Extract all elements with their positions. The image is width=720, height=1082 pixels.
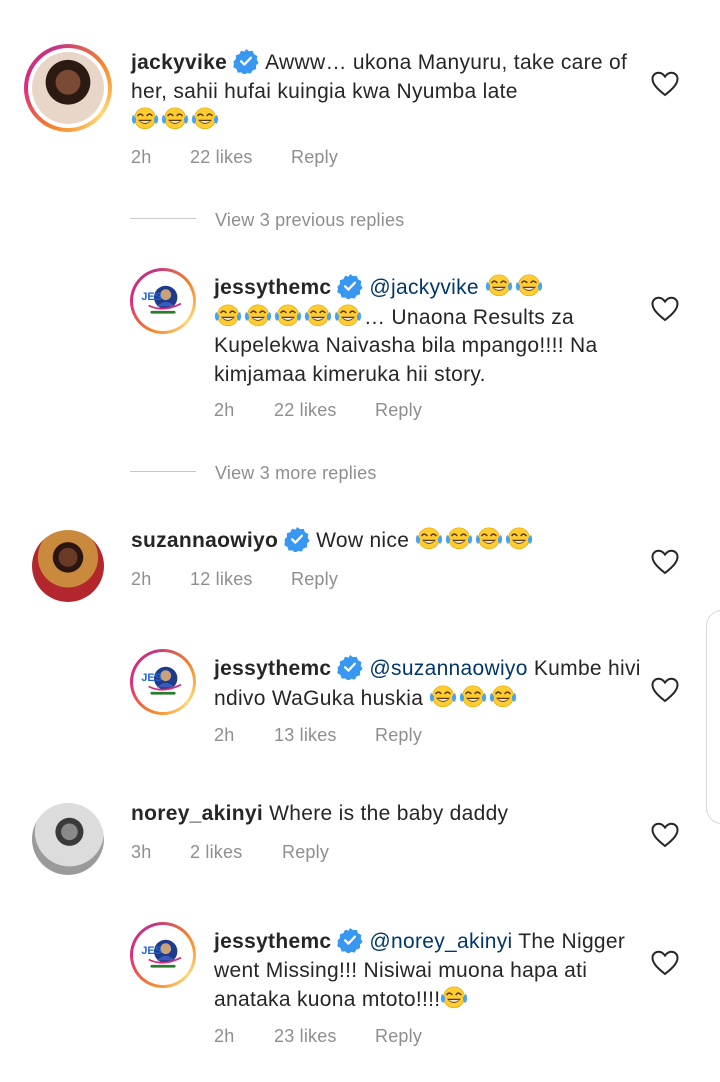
joy-emoji bbox=[131, 106, 159, 132]
joy-emoji bbox=[304, 303, 332, 329]
comment-body: suzannaowiyo Wow nice bbox=[131, 526, 631, 556]
comment-body: norey_akinyi Where is the baby daddy bbox=[131, 800, 631, 829]
avatar-jessythemc bbox=[136, 928, 190, 982]
comment-text: Wow nice bbox=[316, 529, 410, 552]
avatar-ring[interactable] bbox=[130, 649, 196, 715]
verified-badge-icon bbox=[233, 48, 259, 74]
verified-badge-icon bbox=[337, 654, 363, 680]
view-more-replies[interactable]: View 3 more replies bbox=[215, 463, 377, 484]
like-heart-icon[interactable] bbox=[651, 950, 679, 976]
joy-emoji bbox=[334, 303, 362, 329]
joy-emoji bbox=[429, 684, 457, 710]
joy-emoji bbox=[415, 526, 443, 552]
timestamp: 2h bbox=[214, 1026, 235, 1046]
avatar-jackyvike bbox=[32, 52, 104, 124]
comment-body: jessythemc @jackyvike … Unaona Results za… bbox=[214, 273, 634, 389]
reply-button[interactable]: Reply bbox=[375, 1026, 422, 1047]
likes-count[interactable]: 13 likes bbox=[274, 725, 337, 746]
comment-body: jackyvike Awww… ukona Manyuru, take care … bbox=[131, 48, 631, 136]
replies-divider bbox=[130, 218, 196, 219]
username[interactable]: suzannaowiyo bbox=[131, 529, 278, 552]
reply-button[interactable]: Reply bbox=[282, 842, 329, 863]
mention-link[interactable]: @norey_akinyi bbox=[369, 930, 512, 953]
jessythemc-logo-icon bbox=[136, 928, 190, 982]
avatar-ring[interactable] bbox=[130, 268, 196, 334]
joy-emoji bbox=[505, 526, 533, 552]
username[interactable]: jackyvike bbox=[131, 51, 227, 74]
replies-divider bbox=[130, 471, 196, 472]
joy-emoji bbox=[274, 303, 302, 329]
like-heart-icon[interactable] bbox=[651, 677, 679, 703]
side-drawer-handle[interactable] bbox=[706, 610, 720, 824]
reply-button[interactable]: Reply bbox=[375, 725, 422, 746]
comment-text: Where is the baby daddy bbox=[269, 802, 509, 825]
joy-emoji bbox=[515, 273, 543, 299]
jessythemc-logo-icon bbox=[136, 655, 190, 709]
likes-count[interactable]: 12 likes bbox=[190, 569, 253, 590]
joy-emoji bbox=[191, 106, 219, 132]
avatar-jessythemc bbox=[136, 274, 190, 328]
joy-emoji bbox=[485, 273, 513, 299]
avatar-ring[interactable] bbox=[130, 922, 196, 988]
username[interactable]: jessythemc bbox=[214, 657, 331, 680]
reply-button[interactable]: Reply bbox=[291, 147, 338, 168]
verified-badge-icon bbox=[337, 273, 363, 299]
verified-badge-icon bbox=[337, 927, 363, 953]
joy-emoji bbox=[459, 684, 487, 710]
username[interactable]: jessythemc bbox=[214, 276, 331, 299]
timestamp: 2h bbox=[131, 147, 152, 167]
like-heart-icon[interactable] bbox=[651, 296, 679, 322]
joy-emoji bbox=[161, 106, 189, 132]
joy-emoji bbox=[214, 303, 242, 329]
likes-count[interactable]: 22 likes bbox=[190, 147, 253, 168]
like-heart-icon[interactable] bbox=[651, 822, 679, 848]
joy-emoji bbox=[475, 526, 503, 552]
avatar-norey-akinyi[interactable] bbox=[32, 803, 104, 875]
timestamp: 2h bbox=[131, 569, 152, 589]
verified-badge-icon bbox=[284, 526, 310, 552]
joy-emoji bbox=[489, 684, 517, 710]
avatar-jessythemc bbox=[136, 655, 190, 709]
avatar-ring[interactable] bbox=[24, 44, 112, 132]
joy-emoji bbox=[440, 985, 468, 1011]
reply-button[interactable]: Reply bbox=[375, 400, 422, 421]
username[interactable]: jessythemc bbox=[214, 930, 331, 953]
view-previous-replies[interactable]: View 3 previous replies bbox=[215, 210, 404, 231]
avatar-suzannaowiyo[interactable] bbox=[32, 530, 104, 602]
like-heart-icon[interactable] bbox=[651, 71, 679, 97]
joy-emoji bbox=[244, 303, 272, 329]
likes-count[interactable]: 22 likes bbox=[274, 400, 337, 421]
comment-body: jessythemc @suzannaowiyo Kumbe hivi ndivo… bbox=[214, 654, 644, 713]
username[interactable]: norey_akinyi bbox=[131, 802, 263, 825]
joy-emoji bbox=[445, 526, 473, 552]
reply-button[interactable]: Reply bbox=[291, 569, 338, 590]
jessythemc-logo-icon bbox=[136, 274, 190, 328]
likes-count[interactable]: 23 likes bbox=[274, 1026, 337, 1047]
timestamp: 3h bbox=[131, 842, 152, 862]
likes-count[interactable]: 2 likes bbox=[190, 842, 242, 863]
mention-link[interactable]: @jackyvike bbox=[369, 276, 479, 299]
timestamp: 2h bbox=[214, 400, 235, 420]
like-heart-icon[interactable] bbox=[651, 549, 679, 575]
timestamp: 2h bbox=[214, 725, 235, 745]
comment-meta: 2h bbox=[131, 147, 151, 168]
mention-link[interactable]: @suzannaowiyo bbox=[369, 657, 527, 680]
comment-body: jessythemc @norey_akinyi The Nigger went … bbox=[214, 927, 634, 1015]
